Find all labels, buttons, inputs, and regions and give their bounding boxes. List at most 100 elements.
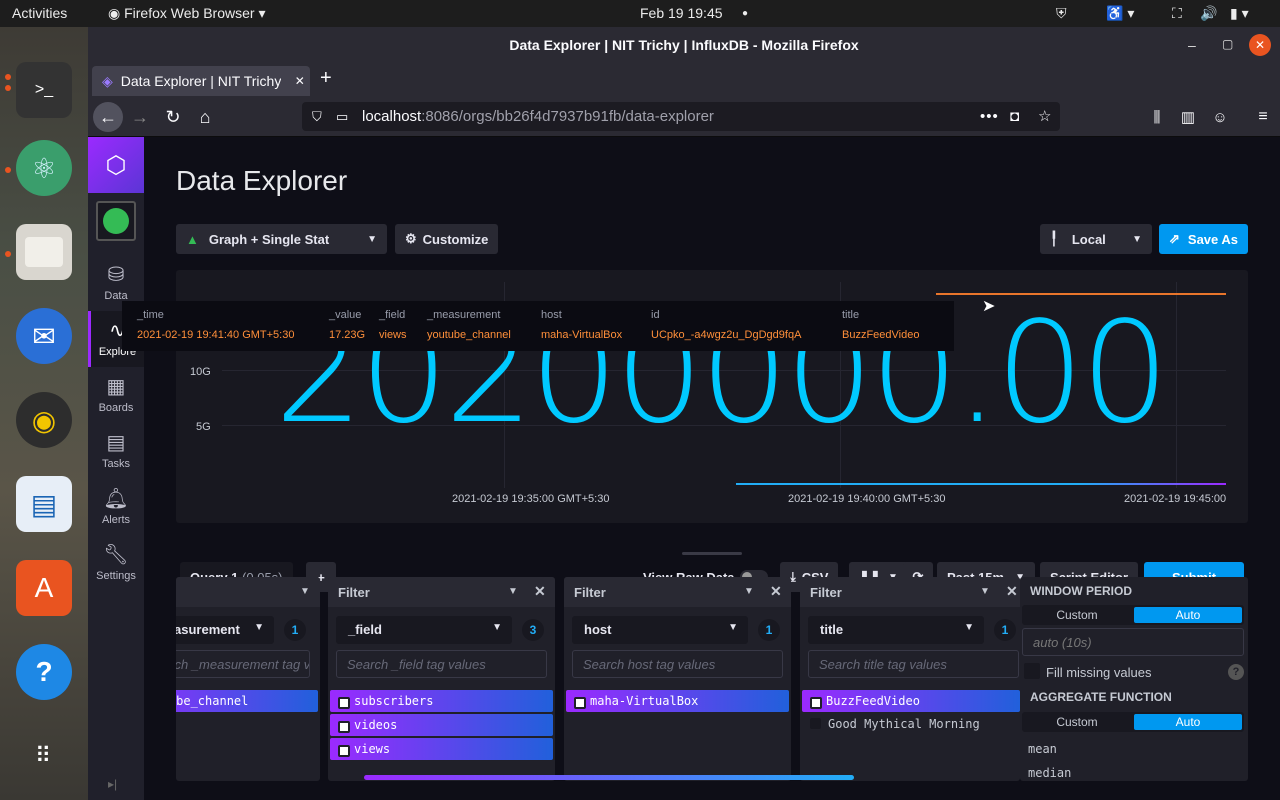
lock-icon: ▭ (336, 109, 349, 124)
tag-value-item[interactable]: subscribers (330, 690, 553, 712)
url-bar[interactable]: ⛉ ▭ localhost:8086/orgs/bb26f4d7937b91fb… (302, 102, 1060, 131)
browser-tab[interactable]: ◈ Data Explorer | NIT Trichy ✕ (92, 66, 310, 96)
account-icon[interactable]: ☺ (1205, 102, 1235, 132)
tag-value-item[interactable]: views (330, 738, 553, 760)
writer-icon[interactable]: ▤ (16, 476, 72, 532)
minimize-icon[interactable]: – (1188, 37, 1196, 53)
nav-bar: ← → ↻ ⌂ ⛉ ▭ localhost:8086/orgs/bb26f4d7… (88, 96, 1280, 137)
tag-key-select[interactable]: _field ▼ (336, 616, 512, 644)
nav-item-alerts[interactable]: 🔔︎ Alerts (88, 479, 144, 535)
custom-option[interactable]: Custom (1022, 712, 1132, 732)
os-top-bar: Activities ◉ Firefox Web Browser ▾ Feb 1… (0, 0, 1280, 27)
calendar-icon: ▤ (106, 432, 126, 454)
auto-option[interactable]: Auto (1134, 714, 1242, 730)
nav-item-tasks[interactable]: ▤ Tasks (88, 423, 144, 479)
tag-value-item[interactable]: BuzzFeedVideo (802, 690, 1020, 712)
sidebar-icon[interactable]: ▥ (1173, 102, 1203, 132)
custom-option[interactable]: Custom (1022, 605, 1132, 625)
tag-count-badge: 1 (284, 619, 306, 641)
maximize-icon[interactable]: ▢ (1222, 37, 1233, 51)
tag-search-input[interactable]: Search host tag values (572, 650, 783, 678)
window-period-toggle: Custom Auto (1022, 605, 1244, 625)
main-content: Data Explorer ▲ Graph + Single Stat ▼ ⚙ Cus… (122, 137, 1280, 800)
close-icon[interactable]: ✕ (534, 583, 546, 600)
tag-value-item[interactable]: videos (330, 714, 553, 736)
accessibility-icon[interactable]: ♿ ▾ (1106, 5, 1134, 22)
fill-checkbox[interactable] (1024, 663, 1040, 679)
battery-icon[interactable]: ▮ ▾ (1230, 5, 1249, 22)
new-tab-icon[interactable]: + (320, 67, 332, 90)
x-tick: 2021-02-19 19:35:00 GMT+5:30 (452, 493, 610, 505)
influxdb-app: ⬡ ⛁ Data ∿ Explore ▦ Boards ▤ Tasks 🔔︎ Alerts… (88, 137, 1280, 800)
help-icon[interactable]: ? (1228, 664, 1244, 680)
timezone-dropdown[interactable]: ╿ Local ▼ (1040, 224, 1152, 254)
resize-handle[interactable] (682, 552, 742, 555)
tab-close-icon[interactable]: ✕ (295, 74, 305, 88)
reload-icon[interactable]: ↻ (158, 102, 188, 132)
tag-key-select[interactable]: host ▼ (572, 616, 748, 644)
influx-logo-icon[interactable]: ⬡ (88, 137, 144, 193)
aggregate-panel: WINDOW PERIOD Custom Auto auto (10s) Fil… (1020, 577, 1248, 781)
home-icon[interactable]: ⌂ (190, 102, 220, 132)
app-menu[interactable]: ◉ Firefox Web Browser ▾ (108, 5, 265, 22)
vis-type-dropdown[interactable]: ▲ Graph + Single Stat ▼ (176, 224, 387, 254)
checkbox[interactable] (810, 718, 821, 729)
save-as-button[interactable]: ⇗ Save As (1159, 224, 1249, 254)
tag-value-item[interactable]: Good Mythical Morning (828, 717, 980, 731)
function-item-median[interactable]: median (1028, 766, 1071, 780)
auto-option[interactable]: Auto (1134, 607, 1242, 623)
library-icon[interactable]: ⫼ (1142, 102, 1172, 132)
tag-key-select[interactable]: _measurement▼ (176, 616, 274, 644)
tag-count-badge: 1 (994, 619, 1016, 641)
window-title: Data Explorer | NIT Trichy | InfluxDB - … (88, 27, 1280, 64)
tag-search-input[interactable]: Search _field tag values (336, 650, 547, 678)
graph-tooltip: _time 2021-02-19 19:41:40 GMT+5:30 _value… (122, 301, 954, 351)
builder-card-host: Filter ▼ ✕ host ▼ 1 Search host tag values … (564, 577, 791, 781)
avatar[interactable] (96, 201, 136, 241)
customize-button[interactable]: ⚙ Customize (395, 224, 499, 254)
terminal-icon[interactable]: >_ (16, 62, 72, 118)
volume-icon[interactable]: 🔊 (1200, 5, 1217, 22)
atom-icon[interactable]: ⚛ (16, 140, 72, 196)
horizontal-scrollbar[interactable] (364, 775, 854, 780)
nav-item-boards[interactable]: ▦ Boards (88, 367, 144, 423)
tag-search-input[interactable]: Search _measurement tag values (176, 650, 310, 678)
thunderbird-icon[interactable]: ✉ (16, 308, 72, 364)
tag-key-select[interactable]: title ▼ (808, 616, 984, 644)
apps-grid-icon[interactable]: ⠿ (16, 728, 72, 784)
rhythmbox-icon[interactable]: ◉ (16, 392, 72, 448)
network-icon[interactable]: ⛶ (1172, 5, 1182, 22)
tag-value-item[interactable]: youtube_channel (176, 690, 318, 712)
activities-button[interactable]: Activities (12, 5, 67, 21)
files-icon[interactable] (16, 224, 72, 280)
close-icon[interactable]: ✕ (1006, 583, 1018, 600)
window-period-input[interactable]: auto (10s) (1022, 628, 1244, 656)
gear-icon: ⚙ (405, 231, 417, 246)
page-title: Data Explorer (176, 165, 348, 196)
shield-icon[interactable]: ⛨ (1056, 5, 1067, 22)
pocket-icon[interactable]: ◘ (1010, 102, 1019, 131)
bell-icon: 🔔︎ (103, 488, 129, 510)
function-item-mean[interactable]: mean (1028, 742, 1057, 756)
graph-type-icon: ▲ (186, 231, 199, 247)
back-icon[interactable]: ← (93, 102, 123, 132)
nav-item-settings[interactable]: 🔧︎ Settings (88, 535, 144, 591)
tag-value-item[interactable]: maha-VirtualBox (566, 690, 789, 712)
close-icon[interactable]: ✕ (1249, 34, 1271, 56)
database-icon: ⛁ (107, 264, 125, 286)
page-actions-icon[interactable]: ••• (980, 102, 999, 131)
bookmark-star-icon[interactable]: ☆ (1038, 102, 1051, 131)
menu-icon[interactable]: ≡ (1248, 102, 1278, 132)
software-icon[interactable]: A (16, 560, 72, 616)
clock[interactable]: Feb 19 19:45 (640, 5, 723, 21)
forward-icon[interactable]: → (125, 102, 155, 132)
chevron-down-icon: ▼ (1132, 233, 1142, 245)
help-icon[interactable]: ? (16, 644, 72, 700)
tag-search-input[interactable]: Search title tag values (808, 650, 1019, 678)
aggregate-toggle: Custom Auto (1022, 712, 1244, 732)
chevron-down-icon: ▼ (980, 586, 990, 597)
close-icon[interactable]: ✕ (770, 583, 782, 600)
chevron-down-icon: ▼ (254, 622, 264, 633)
builder-card-measurement: ▼ _measurement▼ 1 Search _measurement ta… (176, 577, 320, 781)
collapse-nav-icon[interactable]: ▸| (108, 777, 117, 791)
